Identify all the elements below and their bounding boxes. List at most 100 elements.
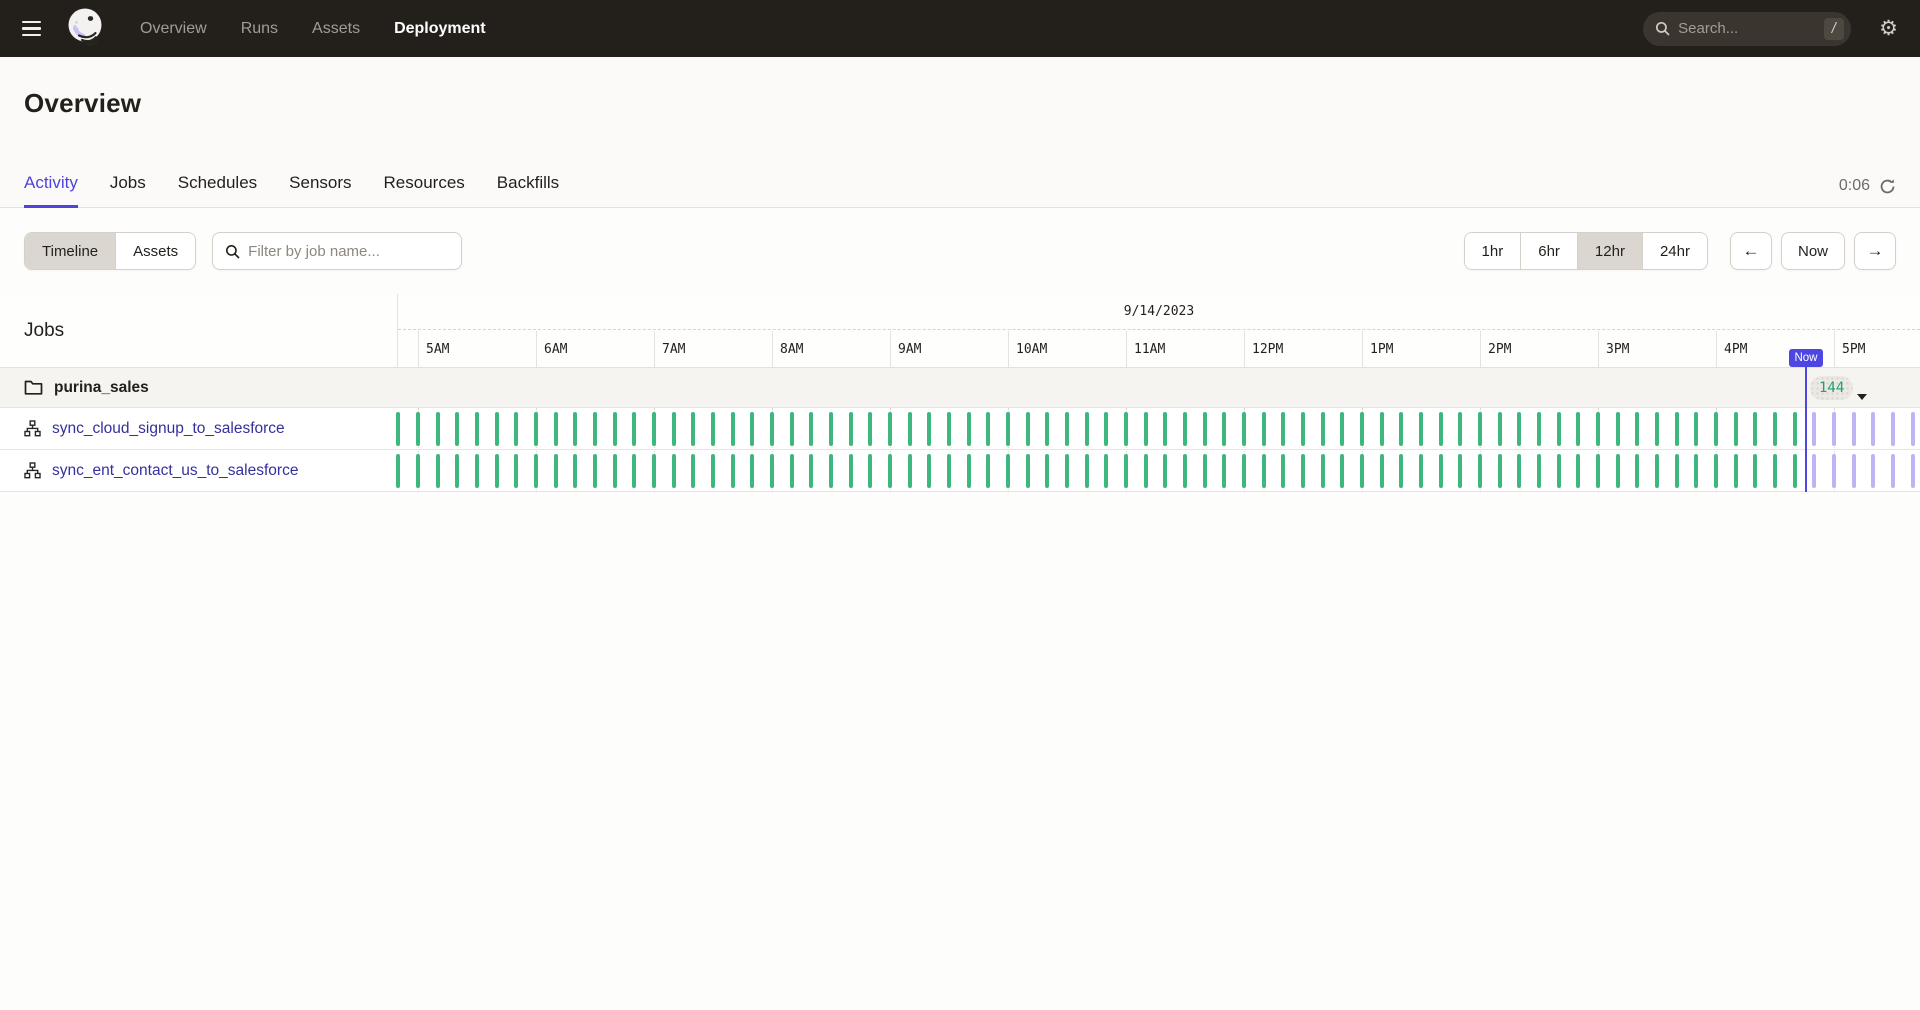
run-tick[interactable] [1006,454,1010,488]
run-tick[interactable] [731,412,735,446]
run-tick[interactable] [829,454,833,488]
run-tick[interactable] [1773,412,1777,446]
run-tick[interactable] [1596,412,1600,446]
run-tick[interactable] [829,412,833,446]
run-tick[interactable] [593,412,597,446]
run-tick[interactable] [1222,412,1226,446]
refresh-icon[interactable] [1879,178,1896,195]
run-tick[interactable] [1576,412,1580,446]
scheduled-run-tick[interactable] [1852,454,1856,488]
run-tick[interactable] [1045,454,1049,488]
run-tick[interactable] [1655,454,1659,488]
run-tick[interactable] [1694,454,1698,488]
run-tick[interactable] [514,412,518,446]
run-tick[interactable] [1203,454,1207,488]
run-tick[interactable] [1478,412,1482,446]
dagster-logo-icon[interactable] [64,5,106,53]
run-tick[interactable] [1439,412,1443,446]
run-tick[interactable] [1124,454,1128,488]
run-tick[interactable] [573,454,577,488]
run-tick[interactable] [1753,454,1757,488]
run-tick[interactable] [672,454,676,488]
run-tick[interactable] [1281,454,1285,488]
run-tick[interactable] [495,454,499,488]
run-tick[interactable] [711,454,715,488]
run-tick[interactable] [1517,412,1521,446]
scheduled-run-tick[interactable] [1911,412,1915,446]
global-search[interactable]: / [1643,12,1851,46]
run-tick[interactable] [1793,454,1797,488]
run-tick[interactable] [1163,454,1167,488]
search-input[interactable] [1678,20,1816,37]
run-tick[interactable] [396,454,400,488]
run-tick[interactable] [967,412,971,446]
run-tick[interactable] [613,454,617,488]
tab-resources[interactable]: Resources [384,173,465,207]
run-tick[interactable] [1144,412,1148,446]
run-tick[interactable] [455,454,459,488]
run-tick[interactable] [1635,454,1639,488]
run-tick[interactable] [770,454,774,488]
scheduled-run-tick[interactable] [1911,454,1915,488]
run-tick[interactable] [1163,412,1167,446]
run-tick[interactable] [514,454,518,488]
run-tick[interactable] [1419,454,1423,488]
tab-jobs[interactable]: Jobs [110,173,146,207]
run-tick[interactable] [632,412,636,446]
run-tick[interactable] [1321,454,1325,488]
run-tick[interactable] [1380,412,1384,446]
previous-page-button[interactable]: ← [1730,232,1772,270]
run-tick[interactable] [1694,412,1698,446]
run-tick[interactable] [849,412,853,446]
run-tick[interactable] [986,412,990,446]
run-tick[interactable] [927,454,931,488]
run-tick[interactable] [1340,412,1344,446]
run-tick[interactable] [1419,412,1423,446]
run-tick[interactable] [1714,454,1718,488]
run-tick[interactable] [1557,412,1561,446]
run-tick[interactable] [1478,454,1482,488]
run-tick[interactable] [534,454,538,488]
run-tick[interactable] [849,454,853,488]
run-tick[interactable] [790,412,794,446]
run-tick[interactable] [1321,412,1325,446]
range-1hr[interactable]: 1hr [1465,233,1521,269]
run-tick[interactable] [554,412,558,446]
run-tick[interactable] [1242,412,1246,446]
run-tick[interactable] [1262,454,1266,488]
run-tick[interactable] [1380,454,1384,488]
run-tick[interactable] [731,454,735,488]
run-tick[interactable] [1301,454,1305,488]
run-tick[interactable] [554,454,558,488]
run-tick[interactable] [1537,454,1541,488]
run-tick[interactable] [1026,412,1030,446]
run-tick[interactable] [1557,454,1561,488]
scheduled-run-tick[interactable] [1812,454,1816,488]
run-tick[interactable] [455,412,459,446]
run-tick[interactable] [927,412,931,446]
run-tick[interactable] [1616,454,1620,488]
run-tick[interactable] [1655,412,1659,446]
run-tick[interactable] [1085,454,1089,488]
run-tick[interactable] [809,454,813,488]
run-tick[interactable] [593,454,597,488]
tab-schedules[interactable]: Schedules [178,173,257,207]
run-tick[interactable] [1399,412,1403,446]
run-tick[interactable] [1360,412,1364,446]
nav-item-deployment[interactable]: Deployment [394,20,486,38]
run-tick[interactable] [652,454,656,488]
tab-activity[interactable]: Activity [24,173,78,207]
scheduled-run-tick[interactable] [1871,412,1875,446]
run-tick[interactable] [1498,412,1502,446]
run-tick[interactable] [1517,454,1521,488]
scheduled-run-tick[interactable] [1832,454,1836,488]
run-tick[interactable] [1065,454,1069,488]
run-tick[interactable] [672,412,676,446]
run-tick[interactable] [691,454,695,488]
run-tick[interactable] [1458,454,1462,488]
run-tick[interactable] [1596,454,1600,488]
run-tick[interactable] [770,412,774,446]
run-tick[interactable] [1458,412,1462,446]
nav-item-runs[interactable]: Runs [241,20,278,38]
run-tick[interactable] [632,454,636,488]
